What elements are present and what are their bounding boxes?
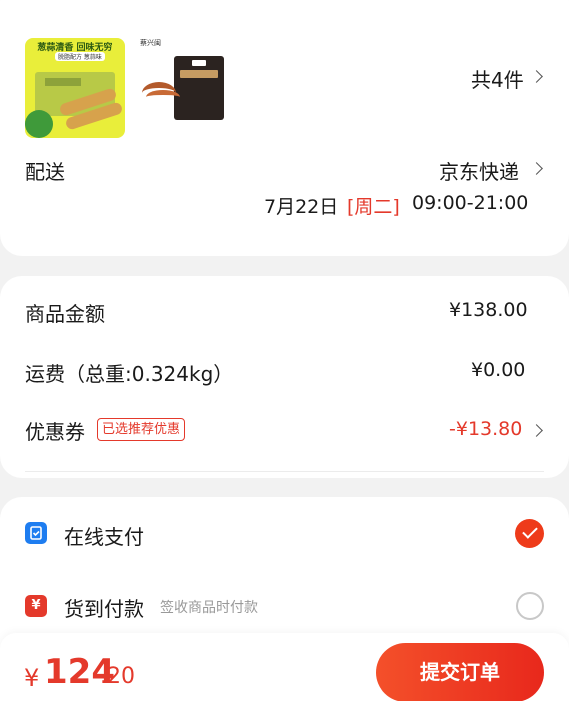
cod-label[interactable]: 货到付款 [64,593,144,622]
submit-order-button[interactable]: 提交订单 [376,643,544,701]
delivery-date: 7月22日 [264,196,339,218]
cod-radio[interactable] [516,592,544,620]
goods-amount-value: ¥138.00 [449,299,528,321]
freight-value: ¥0.00 [471,359,526,381]
product-2-strips [146,90,180,104]
online-payment-radio[interactable] [515,519,544,548]
product-2-brand: 蔡兴闽 [140,39,161,47]
product-1-tag: 脱脂配方 葱蒜味 [55,52,105,61]
product-2-pack-label [180,70,218,78]
product-1-box-label [45,78,81,86]
product-2-logo [192,60,206,66]
coupon-value[interactable]: -¥13.80 [449,418,522,440]
divider [25,471,544,472]
delivery-time: 09:00-21:00 [412,192,529,214]
delivery-weekday: [周二] [347,196,400,218]
delivery-carrier[interactable]: 京东快递 [439,156,519,185]
yen-icon: ¥ [25,595,47,617]
goods-amount-label: 商品金额 [25,302,105,326]
product-2-pack [174,56,224,120]
receipt-icon [25,522,47,544]
product-1-herb [25,110,53,138]
online-payment-label[interactable]: 在线支付 [64,521,144,550]
coupon-label: 优惠券 [25,420,85,444]
product-thumbnail-1[interactable]: 葱蒜清香 回味无穷 脱脂配方 葱蒜味 [25,38,125,138]
receipt-icon-glyph [30,526,42,540]
total-decimal: .20 [100,664,135,689]
product-thumbnail-2[interactable]: 蔡兴闽 [138,38,228,128]
delivery-label: 配送 [25,160,65,184]
item-count[interactable]: 共4件 [471,64,524,93]
cod-note: 签收商品时付款 [160,600,258,616]
total-currency: ¥ [24,664,40,692]
freight-label: 运费（总重:0.324kg） [25,362,234,386]
coupon-badge: 已选推荐优惠 [97,418,186,441]
